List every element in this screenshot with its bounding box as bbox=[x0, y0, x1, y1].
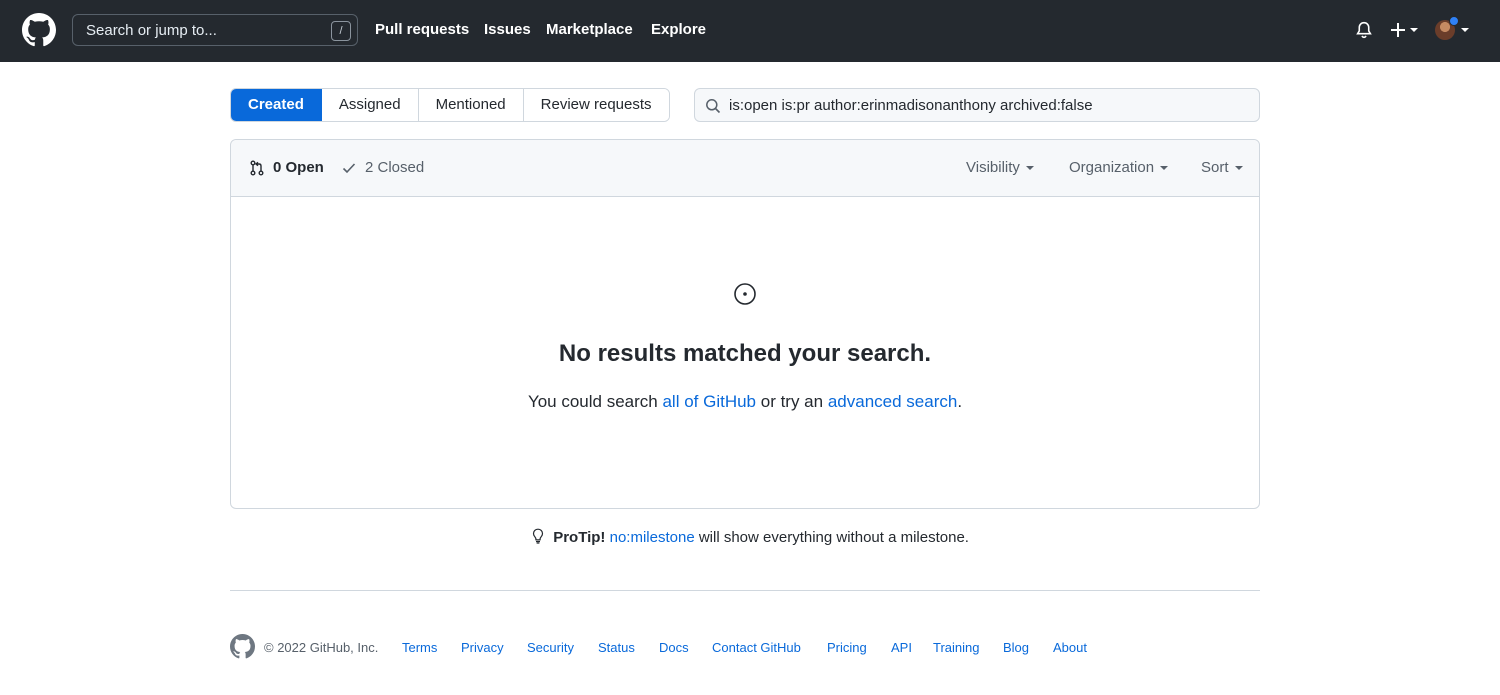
organization-dropdown[interactable]: Organization bbox=[1069, 159, 1169, 176]
protip-text: will show everything without a milestone… bbox=[694, 529, 969, 546]
pull-request-icon bbox=[250, 160, 264, 175]
no-milestone-link[interactable]: no:milestone bbox=[610, 529, 695, 546]
plus-icon[interactable] bbox=[1390, 20, 1422, 40]
footer-link-status[interactable]: Status bbox=[598, 640, 635, 655]
footer-link-docs[interactable]: Docs bbox=[659, 640, 689, 655]
all-of-github-link[interactable]: all of GitHub bbox=[662, 392, 756, 411]
light-bulb-icon bbox=[532, 528, 544, 544]
results-box-header: 0 Open 2 Closed Visibility Organization … bbox=[231, 140, 1259, 197]
filter-search-input[interactable]: is:open is:pr author:erinmadisonanthony … bbox=[694, 88, 1260, 122]
nav-issues[interactable]: Issues bbox=[484, 21, 531, 38]
open-count-label: 0 Open bbox=[273, 159, 324, 176]
global-search-input[interactable]: Search or jump to... / bbox=[72, 14, 358, 46]
search-icon bbox=[706, 99, 721, 114]
visibility-dropdown[interactable]: Visibility bbox=[966, 159, 1034, 176]
tab-mentioned[interactable]: Mentioned bbox=[418, 89, 524, 121]
tab-assigned[interactable]: Assigned bbox=[321, 89, 419, 121]
footer-link-pricing[interactable]: Pricing bbox=[827, 640, 867, 655]
nav-explore[interactable]: Explore bbox=[651, 21, 706, 38]
footer-link-terms[interactable]: Terms bbox=[402, 640, 437, 655]
search-placeholder: Search or jump to... bbox=[86, 22, 217, 39]
closed-filter-link[interactable]: 2 Closed bbox=[341, 159, 424, 176]
protip: ProTip! no:milestone will show everythin… bbox=[0, 528, 1500, 546]
tab-review-requests[interactable]: Review requests bbox=[523, 89, 669, 121]
github-logo-icon[interactable] bbox=[230, 634, 255, 659]
tab-created[interactable]: Created bbox=[231, 89, 322, 121]
open-filter-link[interactable]: 0 Open bbox=[249, 159, 324, 176]
closed-count-label: 2 Closed bbox=[365, 159, 425, 176]
nav-pull-requests[interactable]: Pull requests bbox=[375, 21, 469, 38]
chevron-down-icon bbox=[1461, 28, 1469, 32]
blankslate-title: No results matched your search. bbox=[558, 340, 932, 367]
search-shortcut-key: / bbox=[331, 21, 351, 41]
footer-link-about[interactable]: About bbox=[1053, 640, 1087, 655]
filter-query: is:open is:pr author:erinmadisonanthony … bbox=[729, 97, 1093, 114]
blankslate-text-prefix: You could search bbox=[527, 392, 663, 411]
footer-link-privacy[interactable]: Privacy bbox=[461, 640, 504, 655]
sort-label: Sort bbox=[1201, 159, 1229, 176]
footer-link-training[interactable]: Training bbox=[933, 640, 979, 655]
footer-link-api[interactable]: API bbox=[891, 640, 912, 655]
notification-dot bbox=[1449, 16, 1459, 26]
protip-label: ProTip! bbox=[553, 529, 606, 546]
user-menu[interactable] bbox=[1435, 16, 1471, 44]
chevron-down-icon bbox=[1025, 165, 1034, 170]
footer-copyright: © 2022 GitHub, Inc. bbox=[264, 640, 379, 655]
pull-request-filter-tabs: Created Assigned Mentioned Review reques… bbox=[230, 88, 670, 122]
check-icon bbox=[342, 162, 356, 173]
blankslate-text-suffix: . bbox=[957, 392, 963, 411]
bell-icon[interactable] bbox=[1355, 21, 1373, 39]
footer-divider bbox=[230, 590, 1260, 591]
blankslate-text: You could search all of GitHub or try an… bbox=[231, 392, 1259, 412]
footer-link-blog[interactable]: Blog bbox=[1003, 640, 1029, 655]
chevron-down-icon bbox=[1234, 165, 1243, 170]
advanced-search-link[interactable]: advanced search bbox=[828, 392, 957, 411]
issue-circle-icon bbox=[734, 283, 756, 305]
results-box: 0 Open 2 Closed Visibility Organization … bbox=[230, 139, 1260, 509]
organization-label: Organization bbox=[1069, 159, 1155, 176]
footer-link-contact[interactable]: Contact GitHub bbox=[712, 640, 801, 655]
chevron-down-icon bbox=[1160, 165, 1169, 170]
nav-marketplace[interactable]: Marketplace bbox=[546, 21, 633, 38]
visibility-label: Visibility bbox=[966, 159, 1020, 176]
blankslate-text-mid: or try an bbox=[756, 392, 828, 411]
github-logo-icon[interactable] bbox=[22, 13, 56, 47]
global-header: Search or jump to... / Pull requests Iss… bbox=[0, 0, 1500, 62]
footer-link-security[interactable]: Security bbox=[527, 640, 574, 655]
sort-dropdown[interactable]: Sort bbox=[1201, 159, 1243, 176]
